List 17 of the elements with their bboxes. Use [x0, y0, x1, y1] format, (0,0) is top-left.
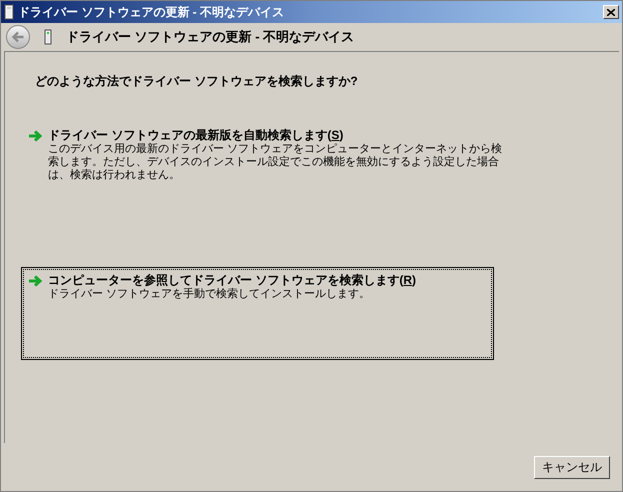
cancel-button[interactable]: キャンセル — [534, 456, 610, 478]
option-description: このデバイス用の最新のドライバー ソフトウェアをコンピューターとインターネットから検索します。ただし、デバイスのインストール設定でこの機能を無効にするよう設定した場合は、検索は行われません。 — [48, 143, 503, 182]
arrow-icon — [28, 275, 42, 287]
window-title: ドライバー ソフトウェアの更新 - 不明なデバイス — [18, 4, 285, 21]
option-description: ドライバー ソフトウェアを手動で検索してインストールします。 — [48, 288, 372, 301]
back-arrow-icon — [11, 31, 25, 43]
back-button[interactable] — [6, 25, 30, 49]
device-icon — [44, 29, 52, 45]
option-title: コンピューターを参照してドライバー ソフトウェアを検索します(R) — [48, 273, 418, 288]
option-link[interactable]: コンピューターを参照してドライバー ソフトウェアを検索します(R) ドライバー ソフトウェアを手動で検索してインストールします。 — [21, 267, 494, 360]
question-text: どのような方法でドライバー ソフトウェアを検索しますか? — [35, 73, 359, 90]
close-icon — [607, 8, 615, 16]
device-icon — [4, 4, 14, 20]
arrow-icon — [28, 130, 42, 142]
option-title: ドライバー ソフトウェアの最新版を自動検索します(S) — [48, 128, 344, 142]
page-title: ドライバー ソフトウェアの更新 - 不明なデバイス — [66, 28, 354, 46]
close-button[interactable] — [603, 5, 619, 19]
